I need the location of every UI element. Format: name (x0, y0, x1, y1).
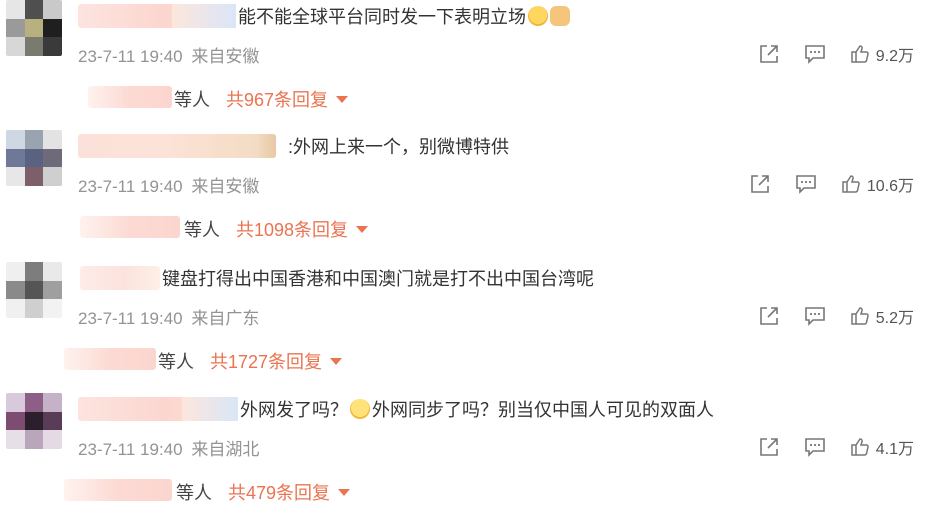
like-count: 4.1万 (875, 441, 914, 458)
reply-users-blurred (80, 216, 180, 238)
comment-location: 来自广东 (191, 309, 260, 328)
thumbs-up-icon (842, 175, 860, 193)
thumbs-up-icon (851, 307, 869, 325)
reply-count[interactable]: 共1098条回复 (236, 216, 369, 242)
username-blurred[interactable] (80, 266, 160, 290)
comment-actions: 5.2万 (758, 304, 914, 328)
comment-item: 外网发了吗？ 外网同步了吗？别当仅中国人可见的双面人 23-7-11 19:40 … (0, 393, 928, 523)
laughing-tears-emoji (528, 6, 548, 26)
comment-text-body-1: 外网发了吗？ (240, 400, 348, 420)
username-blurred[interactable] (78, 134, 276, 158)
comment-time: 23-7-11 19:40 (78, 177, 183, 196)
reply-users-blurred (64, 348, 156, 370)
like-button[interactable]: 10.6万 (841, 172, 914, 196)
comment-text: 能不能全球平台同时发一下表明立场 (238, 6, 570, 28)
reply-who: 等人 (174, 90, 210, 110)
comment-location: 来自湖北 (191, 440, 260, 459)
comment-meta: 23-7-11 19:40 来自安徽 (78, 172, 259, 197)
caret-down-icon (356, 226, 369, 233)
comment-location: 来自安徽 (191, 47, 260, 66)
comment-actions: 10.6万 (749, 172, 914, 196)
avatar[interactable] (6, 130, 62, 186)
comment-actions: 4.1万 (758, 435, 914, 459)
share-icon[interactable] (758, 43, 780, 65)
caret-down-icon (336, 96, 349, 103)
reply-count[interactable]: 共479条回复 (228, 479, 351, 505)
share-icon[interactable] (749, 173, 771, 195)
thumbs-up-icon (851, 45, 869, 63)
avatar[interactable] (6, 262, 62, 318)
comment-time: 23-7-11 19:40 (78, 47, 183, 66)
comment-location: 来自安徽 (191, 177, 260, 196)
comment-text-body-2: 外网同步了吗？别当仅中国人可见的双面人 (372, 400, 714, 420)
comment-meta: 23-7-11 19:40 来自湖北 (78, 435, 259, 460)
username-blurred[interactable] (78, 4, 236, 28)
comment-icon[interactable] (804, 305, 826, 327)
comment-time: 23-7-11 19:40 (78, 440, 183, 459)
comment-text: 键盘打得出中国香港和中国澳门就是打不出中国台湾呢 (162, 268, 594, 290)
like-button[interactable]: 9.2万 (850, 42, 914, 66)
share-icon[interactable] (758, 305, 780, 327)
reply-users-blurred (88, 86, 172, 108)
reply-users-blurred (64, 479, 172, 501)
comment-time: 23-7-11 19:40 (78, 309, 183, 328)
comment-text-body: 键盘打得出中国香港和中国澳门就是打不出中国台湾呢 (162, 269, 594, 289)
reply-who: 等人 (176, 483, 212, 503)
username-blurred[interactable] (78, 397, 238, 421)
comment-icon[interactable] (804, 43, 826, 65)
comment-text-body: :外网上来一个，别微博特供 (288, 137, 509, 157)
reply-count[interactable]: 共1727条回复 (210, 348, 343, 374)
caret-down-icon (338, 489, 351, 496)
comment-actions: 9.2万 (758, 42, 914, 66)
rock-on-hand-emoji (550, 6, 570, 26)
comment-meta: 23-7-11 19:40 来自安徽 (78, 42, 259, 67)
comment-icon[interactable] (795, 173, 817, 195)
reply-count[interactable]: 共967条回复 (226, 86, 349, 112)
comment-item: 键盘打得出中国香港和中国澳门就是打不出中国台湾呢 23-7-11 19:40 来… (0, 262, 928, 392)
like-count: 9.2万 (875, 48, 914, 65)
avatar[interactable] (6, 0, 62, 56)
like-button[interactable]: 5.2万 (850, 304, 914, 328)
like-count: 10.6万 (866, 178, 914, 195)
comment-item: 能不能全球平台同时发一下表明立场 23-7-11 19:40 来自安徽 9.2万… (0, 0, 928, 130)
comment-item: :外网上来一个，别微博特供 23-7-11 19:40 来自安徽 10.6万 等… (0, 130, 928, 260)
comment-text: 外网发了吗？ 外网同步了吗？别当仅中国人可见的双面人 (240, 399, 714, 421)
comment-text-body: 能不能全球平台同时发一下表明立场 (238, 7, 526, 27)
reply-who: 等人 (158, 352, 194, 372)
like-button[interactable]: 4.1万 (850, 435, 914, 459)
thumbs-up-icon (851, 438, 869, 456)
caret-down-icon (330, 358, 343, 365)
reply-who: 等人 (184, 220, 220, 240)
like-count: 5.2万 (875, 310, 914, 327)
thinking-face-emoji (350, 399, 370, 419)
comment-icon[interactable] (804, 436, 826, 458)
avatar[interactable] (6, 393, 62, 449)
comment-meta: 23-7-11 19:40 来自广东 (78, 304, 259, 329)
comment-text: :外网上来一个，别微博特供 (288, 136, 509, 158)
share-icon[interactable] (758, 436, 780, 458)
